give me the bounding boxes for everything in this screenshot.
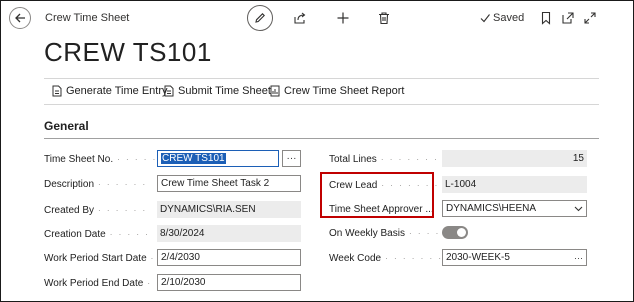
crew-time-sheet-report-label: Crew Time Sheet Report <box>284 85 405 97</box>
crew-lead-field: L-1004 <box>442 176 587 193</box>
work-period-start-date-field[interactable]: 2/4/2030 <box>157 249 301 266</box>
ellipsis-icon: ··· <box>286 153 297 164</box>
created-by-label: Created By · · · · · · <box>44 205 148 216</box>
bookmark-button[interactable] <box>538 10 554 26</box>
document-icon <box>164 85 174 97</box>
new-button[interactable] <box>335 10 351 26</box>
time-sheet-no-label: Time Sheet No. · · · · · <box>44 154 158 165</box>
generate-time-entry-action[interactable]: Generate Time Entry <box>52 85 168 97</box>
open-in-new-window-icon <box>562 12 574 24</box>
total-lines-label: Total Lines · · · · · · · · <box>329 154 448 165</box>
page-title: CREW TS101 <box>44 37 212 67</box>
time-sheet-no-value: CREW TS101 <box>161 153 226 164</box>
checkmark-icon <box>480 14 490 23</box>
description-label: Description · · · · · · <box>44 179 148 190</box>
ellipsis-icon[interactable]: ··· <box>574 253 583 263</box>
week-code-value: 2030-WEEK-5 <box>446 252 510 263</box>
submit-time-sheet-action[interactable]: Submit Time Sheet <box>164 85 271 97</box>
section-title-general[interactable]: General <box>44 119 89 133</box>
description-value: Crew Time Sheet Task 2 <box>161 178 270 189</box>
on-weekly-basis-toggle[interactable] <box>442 226 468 239</box>
created-by-field: DYNAMICS\RIA.SEN <box>157 201 301 218</box>
trash-icon <box>379 12 389 25</box>
submit-time-sheet-label: Submit Time Sheet <box>178 85 271 97</box>
total-lines-field: 15 <box>442 150 587 167</box>
time-sheet-no-field[interactable]: CREW TS101 <box>157 150 279 167</box>
open-new-window-button[interactable] <box>560 10 576 26</box>
back-button[interactable] <box>9 7 31 29</box>
action-bar-bottom-divider <box>44 104 599 105</box>
time-sheet-approver-dropdown[interactable]: DYNAMICS\HEENA <box>442 200 587 217</box>
crew-time-sheet-report-action[interactable]: Crew Time Sheet Report <box>270 85 404 97</box>
report-icon <box>270 85 280 97</box>
section-divider <box>44 138 599 139</box>
generate-time-entry-label: Generate Time Entry <box>66 85 168 97</box>
week-code-label: Week Code · · · · · · · <box>329 253 444 264</box>
crew-lead-value: L-1004 <box>445 179 477 190</box>
creation-date-label: Creation Date · · · · · <box>44 229 150 240</box>
share-icon <box>294 12 306 24</box>
breadcrumb: Crew Time Sheet <box>45 12 130 24</box>
saved-label: Saved <box>493 12 525 24</box>
work-period-start-date-label: Work Period Start Date · <box>44 253 156 264</box>
week-code-field[interactable]: 2030-WEEK-5 ··· <box>442 249 587 266</box>
time-sheet-no-assist-button[interactable]: ··· <box>282 150 301 167</box>
edit-button[interactable] <box>247 5 273 31</box>
bookmark-icon <box>541 11 551 25</box>
on-weekly-basis-label: On Weekly Basis · · · · <box>329 228 441 239</box>
creation-date-field: 8/30/2024 <box>157 225 301 242</box>
chevron-down-icon <box>574 206 583 211</box>
action-bar-top-divider <box>44 78 599 79</box>
work-period-end-date-value: 2/10/2030 <box>161 277 206 288</box>
work-period-end-date-label: Work Period End Date · <box>44 278 152 289</box>
pencil-icon <box>255 13 265 23</box>
document-icon <box>52 85 62 97</box>
share-button[interactable] <box>292 10 308 26</box>
delete-button[interactable] <box>376 10 392 26</box>
total-lines-value: 15 <box>572 153 584 164</box>
expand-button[interactable] <box>582 10 598 26</box>
plus-icon <box>337 12 349 24</box>
saved-status: Saved <box>480 12 524 24</box>
creation-date-value: 8/30/2024 <box>160 228 205 239</box>
expand-icon <box>584 12 596 24</box>
work-period-start-date-value: 2/4/2030 <box>161 252 200 263</box>
toggle-knob <box>457 228 466 237</box>
arrow-left-icon <box>15 13 25 23</box>
created-by-value: DYNAMICS\RIA.SEN <box>160 204 256 215</box>
time-sheet-approver-value: DYNAMICS\HEENA <box>446 203 537 214</box>
description-field[interactable]: Crew Time Sheet Task 2 <box>157 175 301 192</box>
work-period-end-date-field[interactable]: 2/10/2030 <box>157 274 301 291</box>
highlight-box <box>320 172 434 218</box>
